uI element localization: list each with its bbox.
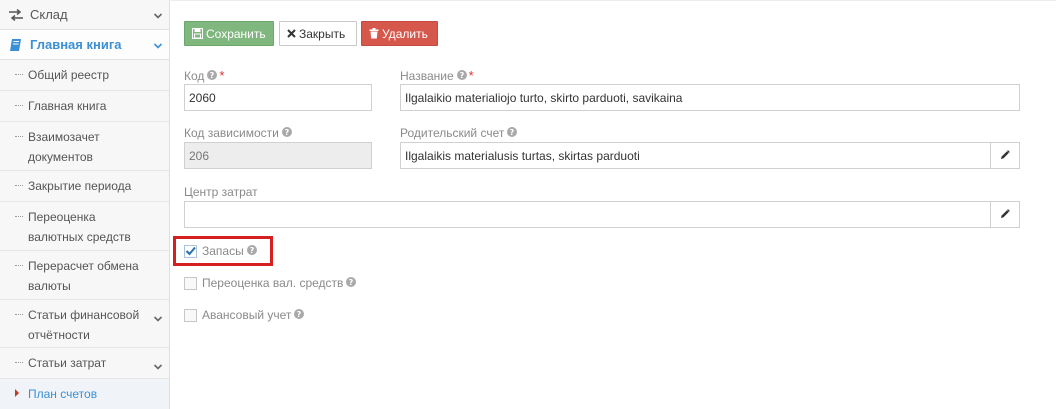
help-icon[interactable]: ? bbox=[207, 69, 218, 83]
main-content: Сохранить Закрыть Удалить Код ? * 2060 Н… bbox=[171, 0, 1056, 409]
stock-checkbox-label: Запасы bbox=[202, 244, 244, 258]
dependency-code-label-text: Код зависимости bbox=[184, 126, 279, 140]
svg-text:?: ? bbox=[510, 128, 515, 137]
sidebar-item-label: Статьи затрат bbox=[28, 356, 107, 370]
svg-text:?: ? bbox=[297, 310, 302, 319]
sidebar-item-label: Общий реестр bbox=[28, 68, 110, 82]
sidebar-item-label: План счетов bbox=[28, 387, 98, 401]
sidebar: Склад Главная книга Общий реестр Главная… bbox=[0, 0, 170, 409]
svg-text:?: ? bbox=[459, 71, 464, 80]
sidebar-item-sklad[interactable]: Склад bbox=[0, 0, 169, 30]
sidebar-item-document-offset[interactable]: Взаимозачет документов bbox=[0, 122, 169, 171]
help-icon[interactable]: ? bbox=[281, 126, 292, 140]
help-icon[interactable]: ? bbox=[456, 69, 467, 83]
delete-button[interactable]: Удалить bbox=[361, 21, 438, 46]
close-button[interactable]: Закрыть bbox=[279, 21, 357, 46]
help-icon[interactable]: ? bbox=[294, 308, 305, 322]
sidebar-item-chart-of-accounts[interactable]: План счетов bbox=[0, 379, 169, 409]
sidebar-item-exchange-recalc[interactable]: Перерасчет обмена валюты bbox=[0, 251, 169, 300]
required-asterisk: * bbox=[219, 68, 225, 83]
name-label: Название ? * bbox=[400, 68, 474, 83]
parent-account-value: Ilgalaikis materialusis turtas, skirtas … bbox=[405, 148, 640, 163]
chevron-down-icon bbox=[153, 358, 163, 370]
svg-text:?: ? bbox=[349, 278, 354, 287]
save-button[interactable]: Сохранить bbox=[184, 21, 274, 46]
cost-center-edit-button[interactable] bbox=[991, 201, 1020, 228]
parent-account-edit-button[interactable] bbox=[991, 142, 1020, 169]
required-asterisk: * bbox=[468, 68, 474, 83]
delete-button-label: Удалить bbox=[382, 26, 428, 41]
floppy-disk-icon bbox=[192, 28, 203, 39]
advance-checkbox-row[interactable]: Авансовый учет ? bbox=[184, 308, 305, 322]
help-icon[interactable]: ? bbox=[246, 244, 257, 258]
sidebar-item-label: Закрытие периода bbox=[28, 179, 132, 193]
chevron-down-icon bbox=[153, 310, 163, 322]
revaluation-checkbox-label: Переоценка вал. средств bbox=[202, 276, 344, 290]
advance-checkbox-label: Авансовый учет bbox=[202, 308, 292, 322]
svg-text:?: ? bbox=[210, 71, 215, 80]
active-caret-icon bbox=[15, 389, 19, 397]
cost-center-label: Центр затрат bbox=[184, 185, 258, 199]
sidebar-item-general-register[interactable]: Общий реестр bbox=[0, 60, 169, 91]
name-input[interactable]: Ilgalaikio materialiojo turto, skirto pa… bbox=[400, 84, 1020, 111]
sidebar-item-label: Переоценка валютных средств bbox=[28, 210, 131, 244]
trash-icon bbox=[369, 28, 379, 39]
close-icon bbox=[287, 29, 296, 38]
sidebar-item-label: Склад bbox=[30, 7, 68, 22]
code-input[interactable]: 2060 bbox=[184, 84, 372, 111]
sidebar-item-currency-revaluation[interactable]: Переоценка валютных средств bbox=[0, 202, 169, 251]
cost-center-input[interactable] bbox=[184, 201, 991, 228]
exchange-arrows-icon bbox=[7, 8, 25, 22]
sidebar-item-financial-statements[interactable]: Статьи финансовой отчётности bbox=[0, 300, 169, 348]
svg-text:?: ? bbox=[285, 128, 290, 137]
sidebar-item-label: Статьи финансовой отчётности bbox=[28, 308, 140, 342]
advance-checkbox[interactable] bbox=[184, 308, 197, 322]
help-icon[interactable]: ? bbox=[346, 276, 357, 290]
parent-account-label-text: Родительский счет bbox=[400, 126, 505, 140]
help-icon[interactable]: ? bbox=[507, 126, 518, 140]
top-divider bbox=[171, 0, 1056, 3]
sidebar-item-general-ledger-sub[interactable]: Главная книга bbox=[0, 91, 169, 122]
parent-account-input[interactable]: Ilgalaikis materialusis turtas, skirtas … bbox=[400, 142, 991, 169]
sidebar-item-label: Перерасчет обмена валюты bbox=[28, 259, 139, 293]
sidebar-item-cost-items[interactable]: Статьи затрат bbox=[0, 348, 169, 379]
chevron-down-icon bbox=[153, 39, 163, 49]
dependency-code-value: 206 bbox=[189, 148, 210, 163]
save-button-label: Сохранить bbox=[206, 26, 266, 41]
revaluation-checkbox-row[interactable]: Переоценка вал. средств ? bbox=[184, 276, 357, 290]
code-label-text: Код bbox=[184, 68, 205, 83]
sidebar-item-label: Взаимозачет документов bbox=[28, 130, 100, 164]
stock-checkbox[interactable] bbox=[184, 244, 197, 258]
sidebar-item-period-closing[interactable]: Закрытие периода bbox=[0, 171, 169, 202]
svg-text:?: ? bbox=[249, 246, 254, 255]
book-icon bbox=[7, 38, 25, 52]
sidebar-item-label: Главная книга bbox=[30, 37, 122, 52]
code-value: 2060 bbox=[189, 90, 216, 105]
stock-checkbox-row[interactable]: Запасы ? bbox=[184, 244, 257, 258]
parent-account-label: Родительский счет ? bbox=[400, 126, 518, 140]
cost-center-label-text: Центр затрат bbox=[184, 185, 258, 199]
pencil-icon bbox=[1000, 208, 1010, 222]
code-label: Код ? * bbox=[184, 68, 224, 83]
pencil-icon bbox=[1000, 149, 1010, 163]
sidebar-item-label: Главная книга bbox=[28, 99, 107, 113]
sidebar-item-general-ledger[interactable]: Главная книга bbox=[0, 30, 169, 60]
chevron-down-icon bbox=[153, 9, 163, 19]
name-value: Ilgalaikio materialiojo turto, skirto pa… bbox=[405, 90, 683, 105]
dependency-code-input: 206 bbox=[184, 142, 372, 169]
revaluation-checkbox[interactable] bbox=[184, 276, 197, 290]
name-label-text: Название bbox=[400, 68, 454, 83]
close-button-label: Закрыть bbox=[299, 26, 346, 41]
dependency-code-label: Код зависимости ? bbox=[184, 126, 292, 140]
